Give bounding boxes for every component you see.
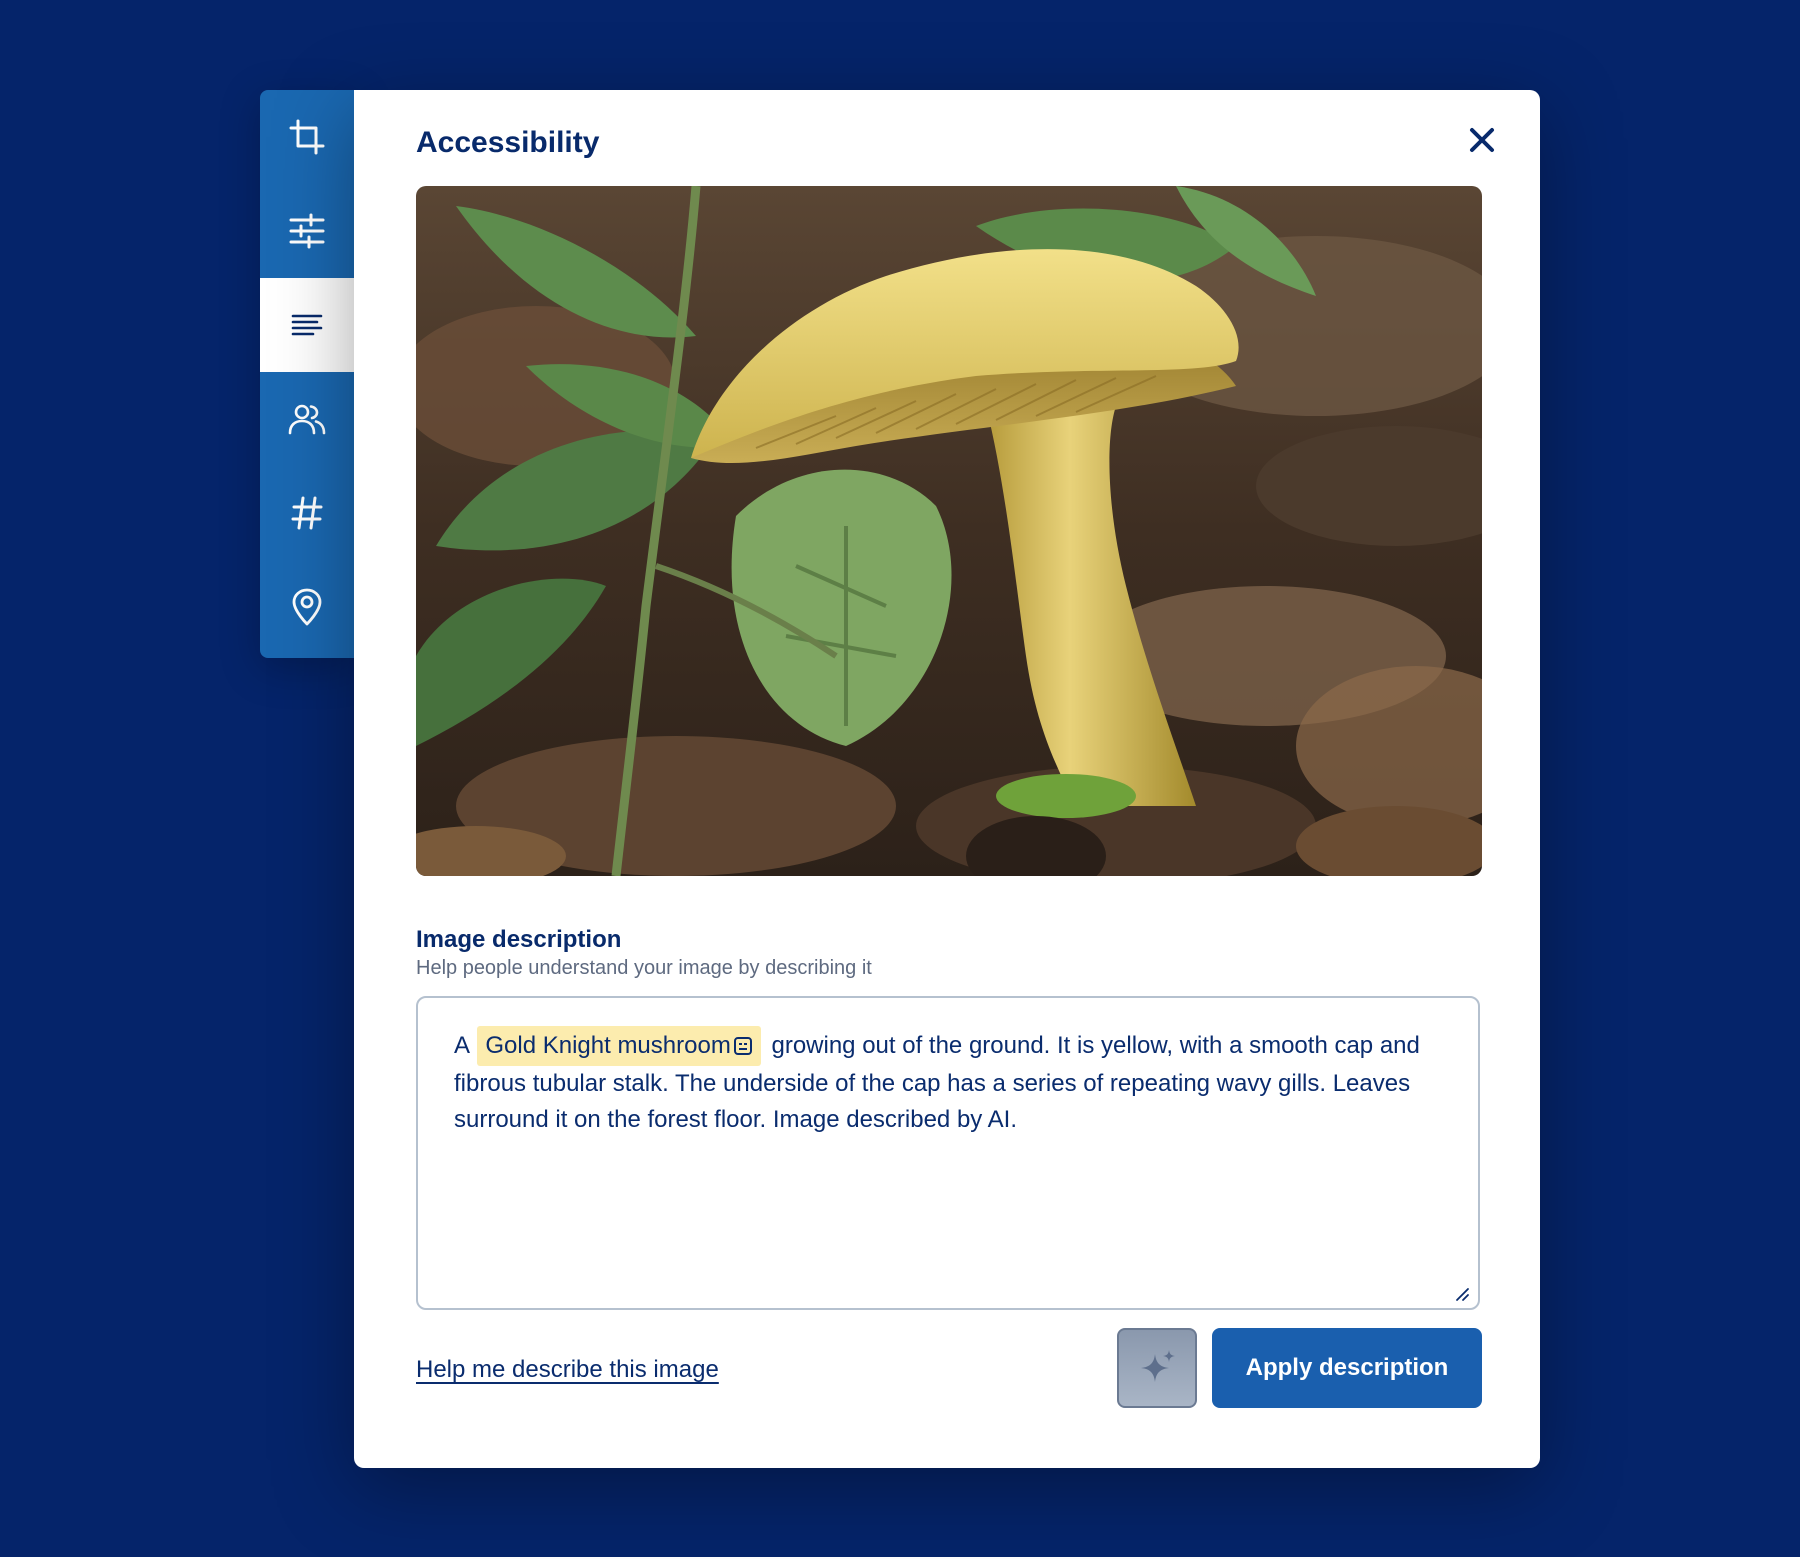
hashtag-icon — [291, 496, 323, 530]
tag-people-button[interactable] — [260, 372, 354, 466]
alt-text-button[interactable] — [260, 278, 354, 372]
description-textarea[interactable]: A Gold Knight mushroom growing out of th… — [416, 996, 1480, 1310]
description-prefix: A — [454, 1032, 469, 1059]
entity-tag-label: Gold Knight mushroom — [485, 1032, 731, 1059]
description-text[interactable]: A Gold Knight mushroom growing out of th… — [454, 1026, 1454, 1138]
text-align-icon — [291, 314, 323, 336]
location-pin-icon — [292, 588, 322, 626]
hashtag-button[interactable] — [260, 466, 354, 560]
sliders-icon — [289, 213, 325, 249]
description-title: Image description — [416, 926, 622, 953]
crop-icon — [289, 119, 325, 155]
mushroom-photo — [416, 186, 1482, 876]
editor-toolbar — [260, 90, 354, 658]
crop-button[interactable] — [260, 90, 354, 184]
location-button[interactable] — [260, 560, 354, 654]
description-help-text: Help people understand your image by des… — [416, 957, 872, 979]
resize-handle-icon[interactable] — [1454, 1286, 1470, 1302]
help-describe-link[interactable]: Help me describe this image — [416, 1356, 719, 1384]
people-icon — [288, 404, 326, 435]
tag-edit-icon[interactable] — [733, 1036, 753, 1056]
entity-tag[interactable]: Gold Knight mushroom — [477, 1026, 761, 1066]
dialog-title: Accessibility — [416, 126, 600, 159]
apply-description-button[interactable]: Apply description — [1212, 1328, 1482, 1408]
ai-describe-button[interactable] — [1117, 1328, 1197, 1408]
close-icon — [1470, 128, 1494, 152]
adjust-button[interactable] — [260, 184, 354, 278]
accessibility-dialog: Accessibility Image description Help peo… — [354, 90, 1540, 1468]
sparkle-icon — [1141, 1350, 1175, 1382]
close-button[interactable] — [1462, 120, 1502, 160]
